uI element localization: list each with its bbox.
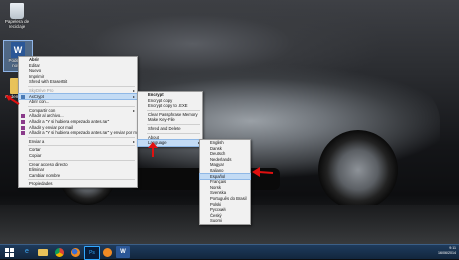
internet-explorer-icon[interactable]: e bbox=[20, 246, 34, 258]
menu-item-rename[interactable]: Cambiar nombre bbox=[19, 173, 137, 179]
menu-item-label: Suomi bbox=[210, 218, 222, 224]
menu-item-label: Añadir al archivo... bbox=[29, 113, 64, 119]
axcrypt-submenu: Encrypt Encrypt copy Encrypt copy to .EX… bbox=[137, 91, 203, 147]
menu-item-label: Abrir bbox=[29, 57, 40, 62]
menu-separator bbox=[28, 136, 135, 138]
axcrypt-icon bbox=[21, 94, 25, 99]
menu-item-label: Dansk bbox=[210, 145, 222, 151]
menu-item-label: Compartir con bbox=[29, 107, 56, 113]
menu-item-label: Encrypt copy to .EXE bbox=[148, 103, 188, 109]
menu-item-label: Nuevo bbox=[29, 68, 42, 74]
menu-item-label: Eliminar bbox=[29, 167, 45, 173]
submenu-arrow-icon: ▸ bbox=[132, 138, 135, 144]
winrar-icon bbox=[21, 125, 25, 130]
menu-item-label: Português do Brasil bbox=[210, 195, 247, 201]
menu-item-label: AxCrypt bbox=[29, 93, 44, 99]
menu-item-label: Nederlands bbox=[210, 156, 232, 162]
language-suomi[interactable]: Suomi bbox=[200, 218, 250, 224]
menu-item-shred-eraserbit[interactable]: Shred with EraserBit bbox=[19, 79, 137, 85]
clock-date: 16/06/2014 bbox=[438, 250, 456, 255]
menu-item-label: Añadir y enviar por mail bbox=[29, 124, 73, 130]
menu-item-open-with[interactable]: Abrir con... bbox=[19, 99, 137, 105]
menu-item-label: Norsk bbox=[210, 184, 221, 190]
menu-item-label: Cambiar nombre bbox=[29, 172, 61, 178]
menu-separator bbox=[147, 123, 200, 125]
context-menu: Abrir Editar Nuevo Imprimir Shred with E… bbox=[18, 56, 141, 188]
menu-item-add-rar-and-email[interactable]: Añadir a "Y si hubiera empezado antes.ra… bbox=[19, 130, 141, 136]
recycle-bin-icon bbox=[10, 3, 24, 19]
menu-item-label: Français bbox=[210, 179, 227, 185]
winrar-icon bbox=[21, 131, 25, 136]
menu-item-label: Propiedades bbox=[29, 181, 53, 187]
menu-item-properties[interactable]: Propiedades bbox=[19, 181, 137, 187]
menu-item-label: Shred with EraserBit bbox=[29, 79, 68, 85]
menu-item-label: Enviar a bbox=[29, 138, 45, 144]
menu-item-label: Editar bbox=[29, 62, 40, 68]
menu-item-label: Añadir a "Y si hubiera empezado antes.ra… bbox=[29, 118, 110, 124]
winrar-icon bbox=[21, 114, 25, 119]
desktop-icon-label: Papelera de reciclaje bbox=[4, 19, 30, 29]
menu-item-label: Deutsch bbox=[210, 151, 226, 157]
menu-item-label: Clear Passphrase Memory bbox=[148, 111, 198, 117]
menu-item-label: Crear acceso directo bbox=[29, 161, 68, 167]
menu-separator bbox=[28, 145, 135, 147]
menu-item-label: Encrypt copy bbox=[148, 97, 173, 103]
menu-item-send-to[interactable]: Enviar a ▸ bbox=[19, 139, 137, 145]
red-arrow-icon bbox=[5, 95, 20, 105]
file-explorer-icon[interactable] bbox=[36, 246, 50, 258]
menu-item-label: Shred and Delete bbox=[148, 125, 181, 131]
menu-separator bbox=[28, 159, 135, 161]
menu-item-label: About bbox=[148, 134, 159, 140]
wallpaper-car-wheel bbox=[318, 130, 398, 210]
menu-item-label: Русский bbox=[210, 207, 226, 213]
menu-item-label: Cortar bbox=[29, 147, 41, 153]
red-arrow-icon bbox=[252, 167, 274, 177]
windows-start-icon[interactable] bbox=[2, 246, 16, 258]
menu-item-label: Encrypt bbox=[148, 92, 164, 97]
word-icon[interactable]: W bbox=[116, 246, 130, 258]
menu-separator bbox=[147, 109, 200, 111]
menu-item-label: SkyDrive Pro bbox=[29, 87, 54, 93]
menu-separator bbox=[147, 132, 200, 134]
chrome-icon[interactable] bbox=[52, 246, 66, 258]
menu-item-label: Italiano bbox=[210, 167, 224, 173]
menu-item-label: Añadir a "Y si hubiera empezado antes.ra… bbox=[29, 130, 142, 136]
menu-item-label: Make Key-File bbox=[148, 117, 175, 123]
menu-separator bbox=[28, 85, 135, 87]
menu-item-label: Imprimir bbox=[29, 73, 45, 79]
menu-item-label: Copiar bbox=[29, 152, 42, 158]
menu-item-make-key-file[interactable]: Make Key-File bbox=[138, 117, 202, 123]
red-arrow-icon bbox=[148, 142, 158, 157]
menu-item-encrypt-copy-exe[interactable]: Encrypt copy to .EXE bbox=[138, 103, 202, 109]
menu-item-label: Español bbox=[210, 173, 226, 179]
menu-item-label: Polski bbox=[210, 201, 222, 207]
firefox-icon[interactable] bbox=[68, 246, 82, 258]
menu-separator bbox=[28, 105, 135, 107]
taskbar: e Ps W 9:11 16/06/2014 bbox=[0, 244, 459, 260]
menu-item-label: Abrir con... bbox=[29, 99, 50, 105]
menu-item-shred-delete[interactable]: Shred and Delete bbox=[138, 126, 202, 132]
menu-item-label: English bbox=[210, 140, 224, 145]
menu-item-label: Svenska bbox=[210, 190, 227, 196]
desktop-icon-recycle-bin[interactable]: Papelera de reciclaje bbox=[2, 3, 32, 29]
menu-separator bbox=[28, 179, 135, 181]
menu-item-label: Magyar bbox=[210, 162, 224, 168]
system-clock[interactable]: 9:11 16/06/2014 bbox=[438, 246, 456, 256]
language-submenu: English Dansk Deutsch Nederlands Magyar … bbox=[199, 139, 251, 225]
media-player-icon[interactable] bbox=[100, 246, 114, 258]
menu-item-label: Český bbox=[210, 212, 222, 218]
winrar-icon bbox=[21, 119, 25, 124]
menu-item-copy[interactable]: Copiar bbox=[19, 153, 137, 159]
